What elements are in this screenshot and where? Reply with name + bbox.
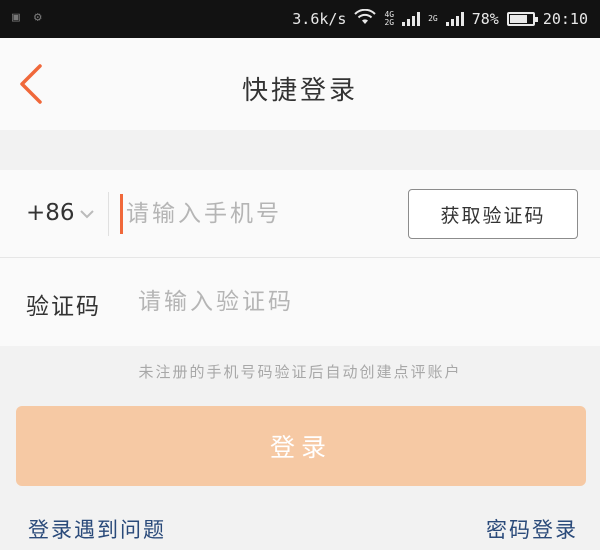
battery-icon <box>506 12 538 26</box>
clock: 20:10 <box>542 10 588 28</box>
settings-notification-icon: ⚙ <box>33 10 42 25</box>
header: 快捷登录 <box>0 38 600 130</box>
status-bar: ▣ ⚙ 3.6k/s 4G 2G 2G 78% 20:10 <box>0 0 600 38</box>
signal-icon-sim2 <box>445 12 464 26</box>
code-label: 验证码 <box>26 294 101 320</box>
battery-percent: 78% <box>471 10 499 28</box>
country-code-selector[interactable]: +86 <box>26 200 95 226</box>
get-code-button[interactable]: 获取验证码 <box>408 189 578 239</box>
phone-row: +86 获取验证码 <box>0 170 600 258</box>
wifi-icon <box>354 8 377 29</box>
code-row: 验证码 <box>0 258 600 346</box>
photo-notification-icon: ▣ <box>12 10 20 25</box>
login-button[interactable]: 登录 <box>16 406 586 486</box>
notification-icons: ▣ ⚙ <box>12 10 42 25</box>
divider <box>108 192 109 236</box>
phone-input[interactable] <box>126 192 386 236</box>
password-login-link[interactable]: 密码登录 <box>486 514 578 544</box>
country-code: +86 <box>26 200 75 226</box>
network-speed: 3.6k/s <box>292 10 347 28</box>
code-input[interactable] <box>138 280 438 324</box>
login-problem-link[interactable]: 登录遇到问题 <box>28 514 166 544</box>
signal-icon <box>402 12 421 26</box>
login-form: +86 获取验证码 验证码 <box>0 170 600 346</box>
page-title: 快捷登录 <box>241 76 358 106</box>
chevron-down-icon <box>79 210 94 219</box>
registration-hint: 未注册的手机号码验证后自动创建点评账户 <box>138 363 462 381</box>
network-type-tag: 4G 2G <box>384 10 395 27</box>
sim2-network-tag: 2G <box>428 14 438 23</box>
text-cursor <box>120 194 123 234</box>
